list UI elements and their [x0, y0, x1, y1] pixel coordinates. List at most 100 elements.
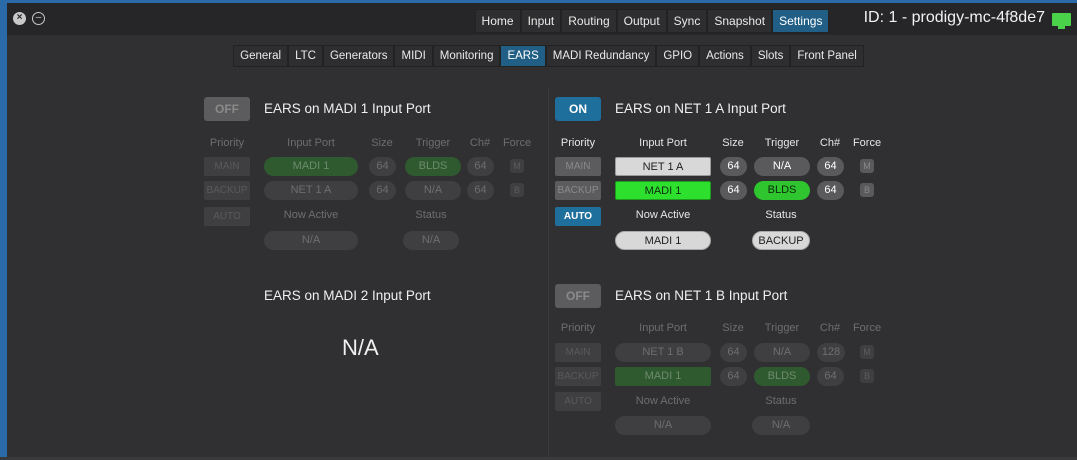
net1a-status-value: BACKUP	[752, 231, 810, 250]
priority-main-button[interactable]: MAIN	[204, 157, 250, 176]
priority-header: Priority	[560, 322, 596, 334]
tab-midi[interactable]: MIDI	[394, 45, 433, 67]
madi1-row1-trigger: BLDS	[405, 157, 461, 176]
madi1-row1-ch: 64	[467, 157, 494, 176]
net1a-row2-port: MADI 1	[615, 181, 711, 200]
net1a-row2-trigger: BLDS	[754, 181, 810, 200]
priority-auto-button[interactable]: AUTO	[204, 207, 250, 226]
input-port-header: Input Port	[639, 137, 687, 149]
trigger-header: Trigger	[415, 137, 451, 149]
net1b-row1-ch: 128	[817, 343, 845, 362]
net1b-status-value: N/A	[752, 416, 810, 435]
madi1-force-main-button[interactable]: M	[510, 159, 524, 173]
net1b-row1-port: NET 1 B	[615, 343, 711, 362]
now-active-label: Now Active	[283, 209, 339, 221]
madi1-row1-port: MADI 1	[264, 157, 358, 176]
ears-madi1-title: EARS on MADI 1 Input Port	[264, 101, 431, 116]
tab-gpio[interactable]: GPIO	[656, 45, 700, 67]
input-port-header: Input Port	[639, 322, 687, 334]
ch-header: Ch#	[819, 137, 841, 149]
input-port-header: Input Port	[287, 137, 335, 149]
nav-snapshot[interactable]: Snapshot	[707, 9, 773, 33]
monitor-icon	[1052, 13, 1071, 29]
net1a-row2-ch: 64	[817, 181, 844, 200]
net1b-force-main-button[interactable]: M	[860, 345, 874, 359]
priority-backup-button[interactable]: BACKUP	[204, 181, 250, 200]
force-header: Force	[502, 137, 532, 149]
nav-home[interactable]: Home	[474, 9, 521, 33]
net1a-row1-trigger: N/A	[754, 157, 810, 176]
madi1-row2-ch: 64	[467, 181, 494, 200]
now-active-label: Now Active	[635, 395, 691, 407]
settings-subnav: General LTC Generators MIDI Monitoring E…	[0, 45, 1077, 67]
priority-backup-button[interactable]: BACKUP	[555, 181, 601, 200]
ears-madi2-na-value: N/A	[342, 335, 379, 360]
tab-front-panel[interactable]: Front Panel	[790, 45, 864, 67]
size-header: Size	[371, 137, 393, 149]
net1a-row1-ch: 64	[817, 157, 844, 176]
tab-generators[interactable]: Generators	[322, 45, 395, 67]
title-bar: × – Home Input Routing Output Sync Snaps…	[7, 3, 1077, 35]
nav-sync[interactable]: Sync	[666, 9, 708, 33]
net1a-row2-size: 64	[720, 181, 747, 200]
net1b-row1-trigger: N/A	[754, 343, 810, 362]
size-header: Size	[722, 322, 744, 334]
madi1-now-active-value: N/A	[264, 231, 358, 250]
trigger-header: Trigger	[764, 322, 800, 334]
ch-header: Ch#	[819, 322, 841, 334]
madi1-row2-trigger: N/A	[405, 181, 461, 200]
tab-ears[interactable]: EARS	[500, 45, 546, 67]
net1b-row1-size: 64	[720, 343, 747, 362]
tab-general[interactable]: General	[233, 45, 289, 67]
ears-net1a-toggle[interactable]: ON	[555, 97, 601, 121]
net1a-now-active-value: MADI 1	[615, 231, 711, 250]
tab-ltc[interactable]: LTC	[288, 45, 323, 67]
ears-net1b-title: EARS on NET 1 B Input Port	[615, 288, 788, 303]
priority-auto-button[interactable]: AUTO	[555, 207, 601, 226]
status-label: Status	[415, 209, 447, 221]
tab-monitoring[interactable]: Monitoring	[432, 45, 501, 67]
nav-output[interactable]: Output	[616, 9, 667, 33]
device-id-label: ID: 1 - prodigy-mc-4f8de7	[863, 9, 1045, 26]
trigger-header: Trigger	[764, 137, 800, 149]
net1a-force-backup-button[interactable]: B	[860, 183, 874, 197]
net1b-now-active-value: N/A	[615, 416, 711, 435]
now-active-label: Now Active	[635, 209, 691, 221]
net1b-row2-trigger: BLDS	[754, 367, 810, 386]
net1b-row2-ch: 64	[817, 367, 844, 386]
nav-input[interactable]: Input	[520, 9, 562, 33]
status-label: Status	[765, 209, 797, 221]
priority-backup-button[interactable]: BACKUP	[555, 367, 601, 386]
nav-routing[interactable]: Routing	[561, 9, 617, 33]
net1a-row1-port: NET 1 A	[615, 157, 711, 176]
priority-main-button[interactable]: MAIN	[555, 157, 601, 176]
tab-slots[interactable]: Slots	[750, 45, 791, 67]
ears-net1b-toggle[interactable]: OFF	[555, 284, 601, 308]
priority-main-button[interactable]: MAIN	[555, 343, 601, 362]
priority-auto-button[interactable]: AUTO	[555, 392, 601, 411]
force-header: Force	[852, 137, 882, 149]
madi1-force-backup-button[interactable]: B	[510, 183, 524, 197]
net1b-row2-size: 64	[720, 367, 747, 386]
madi1-row1-size: 64	[369, 157, 396, 176]
tab-actions[interactable]: Actions	[699, 45, 751, 67]
app-window	[0, 0, 1077, 460]
status-label: Status	[765, 395, 797, 407]
net1b-row2-port: MADI 1	[615, 367, 711, 386]
panel-divider	[548, 88, 549, 460]
force-header: Force	[852, 322, 882, 334]
size-header: Size	[722, 137, 744, 149]
nav-settings[interactable]: Settings	[772, 9, 830, 33]
net1a-row1-size: 64	[720, 157, 747, 176]
ears-madi2-title: EARS on MADI 2 Input Port	[264, 288, 431, 303]
net1b-force-backup-button[interactable]: B	[860, 369, 874, 383]
ch-header: Ch#	[469, 137, 491, 149]
ears-net1a-title: EARS on NET 1 A Input Port	[615, 101, 786, 116]
priority-header: Priority	[560, 137, 596, 149]
priority-header: Priority	[209, 137, 245, 149]
madi1-row2-size: 64	[369, 181, 396, 200]
net1a-force-main-button[interactable]: M	[860, 159, 874, 173]
ears-madi1-toggle[interactable]: OFF	[204, 97, 250, 121]
madi1-status-value: N/A	[403, 231, 459, 250]
tab-madi-redundancy[interactable]: MADI Redundancy	[545, 45, 657, 67]
